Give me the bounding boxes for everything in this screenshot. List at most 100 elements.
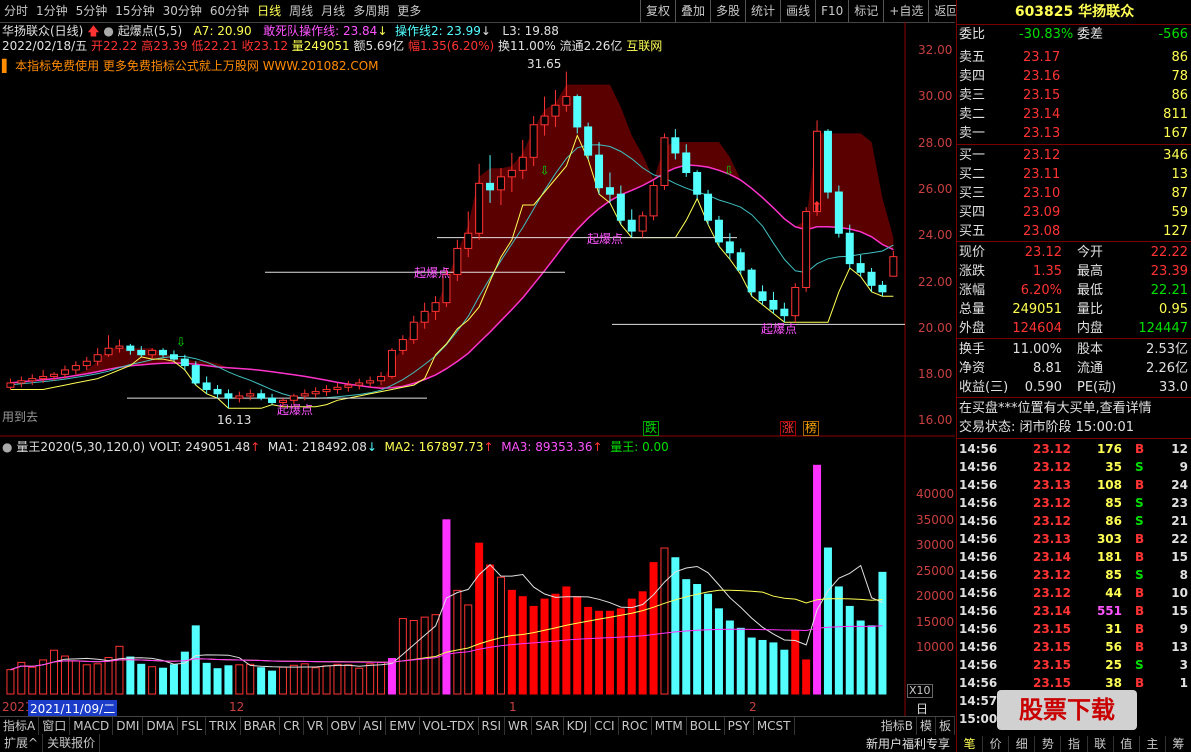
ask-price: 23.15 <box>1023 88 1061 103</box>
candle-body <box>377 375 386 382</box>
settings-icon[interactable]: ● <box>2 440 12 454</box>
bottom-right-tab-2[interactable]: 板 <box>936 717 955 735</box>
tick-time: 14:56 <box>959 622 998 636</box>
tick-price: 23.15 <box>1033 622 1071 636</box>
panel-tab-4[interactable]: 指 <box>1061 736 1088 752</box>
fin-row: 净资 8.81 流通 2.26亿 <box>957 359 1191 378</box>
ask-row[interactable]: 卖五 23.17 86 <box>957 48 1191 67</box>
bid-label: 买四 <box>959 205 986 220</box>
indicator-tab-2[interactable]: MACD <box>70 717 114 735</box>
volume-bar <box>137 663 146 695</box>
die-badge[interactable]: 跌 <box>643 421 660 436</box>
candle-body <box>148 349 157 356</box>
ask-row[interactable]: 卖二 23.14 811 <box>957 105 1191 124</box>
panel-tab-5[interactable]: 联 <box>1088 736 1114 752</box>
bid-row[interactable]: 买二 23.11 13 <box>957 165 1191 184</box>
indicator-tab-12[interactable]: EMV <box>386 717 420 735</box>
indicator-tab-10[interactable]: OBV <box>328 717 361 735</box>
panel-tab-0[interactable]: 笔 <box>957 736 984 752</box>
volume-bar <box>82 664 91 695</box>
candle-body <box>496 176 505 191</box>
price-tick: 30.00 <box>918 89 953 104</box>
indicator-tab-0[interactable]: 指标A <box>0 717 40 735</box>
kline-chart[interactable]: ⇩ ⇩ ⇩ ⬆ <box>0 0 955 752</box>
stock-title: 603825 华扬联众 <box>957 0 1191 25</box>
newuser-link[interactable]: 新用户福利专享 <box>866 735 950 752</box>
bottom-right-tab-1[interactable]: 模 <box>917 717 936 735</box>
bid-row[interactable]: 买一 23.12 346 <box>957 146 1191 165</box>
volume-bar <box>573 596 582 695</box>
bid-row[interactable]: 买五 23.08 127 <box>957 222 1191 241</box>
indicator-tab-5[interactable]: FSL <box>178 717 207 735</box>
zhang-badge[interactable]: 涨 <box>780 421 797 436</box>
down-signal-icon: ⇩ <box>176 335 186 349</box>
ticks-divider <box>957 438 1191 439</box>
tick-side: B <box>1135 550 1145 564</box>
panel-tab-1[interactable]: 价 <box>983 736 1010 752</box>
price-tick: 22.00 <box>918 274 953 289</box>
candle-body <box>28 378 37 382</box>
candle-body <box>159 349 168 356</box>
bid-price: 23.08 <box>1023 224 1061 239</box>
vol-indicator-name[interactable]: 量王2020(5,30,120,0) <box>16 440 145 454</box>
indicator-tab-21[interactable]: BOLL <box>687 717 725 735</box>
candle-body <box>605 187 614 195</box>
volume-bar <box>486 564 495 695</box>
weibi-row: 委比 -30.83% 委差 -566 <box>959 27 1188 42</box>
indicator-tab-1[interactable]: 窗口 <box>39 717 71 735</box>
indicator-tab-7[interactable]: BRAR <box>241 717 281 735</box>
tick-row: 14:56 23.13 108 B 24 <box>957 476 1191 494</box>
candle-body <box>551 104 560 117</box>
panel-tab-6[interactable]: 值 <box>1114 736 1140 752</box>
bottom-right-tab-0[interactable]: 指标B <box>878 717 917 735</box>
indicator-tab-14[interactable]: RSI <box>479 717 506 735</box>
panel-tab-3[interactable]: 势 <box>1035 736 1062 752</box>
volume-tick: 30000 <box>916 538 955 552</box>
ask-row[interactable]: 卖四 23.16 78 <box>957 67 1191 86</box>
indicator-tab-22[interactable]: PSY <box>725 717 754 735</box>
candle-body <box>518 156 527 171</box>
candle-body <box>693 171 702 195</box>
candle-body <box>791 286 800 317</box>
bigorder-notice[interactable]: 在买盘***位置有大买单,查看详情 <box>957 399 1191 418</box>
indicator-tab-19[interactable]: ROC <box>619 717 652 735</box>
quote-panel: 603825 华扬联众 委比 -30.83% 委差 -566 卖五 23.17 86… <box>956 0 1191 752</box>
ask-row[interactable]: 卖三 23.15 86 <box>957 86 1191 105</box>
indicator-tab-11[interactable]: ASI <box>360 717 387 735</box>
tick-time: 14:56 <box>959 586 998 600</box>
candle-body <box>60 369 69 375</box>
price-tick: 24.00 <box>918 228 953 243</box>
low-label: 16.13 <box>217 413 252 427</box>
indicator-tab-4[interactable]: DMA <box>143 717 179 735</box>
tick-side: B <box>1135 676 1145 690</box>
indicator-tab-17[interactable]: KDJ <box>564 717 592 735</box>
price-tick: 26.00 <box>918 181 953 196</box>
tick-row: 14:56 23.14 181 B 15 <box>957 548 1191 566</box>
status-item-1[interactable]: 关联报价 <box>43 734 101 752</box>
indicator-tab-15[interactable]: WR <box>505 717 533 735</box>
indicator-tab-13[interactable]: VOL-TDX <box>420 717 479 735</box>
panel-tab-2[interactable]: 细 <box>1009 736 1036 752</box>
indicator-tab-8[interactable]: CR <box>280 717 304 735</box>
indicator-tab-16[interactable]: SAR <box>532 717 564 735</box>
bang-badge[interactable]: 榜 <box>803 421 820 436</box>
bid-volume: 87 <box>1171 186 1188 201</box>
indicator-tab-3[interactable]: DMI <box>113 717 144 735</box>
panel-tab-7[interactable]: 主 <box>1140 736 1166 752</box>
indicator-tab-6[interactable]: TRIX <box>206 717 241 735</box>
volume-bar <box>496 576 505 695</box>
tick-time: 14:56 <box>959 460 998 474</box>
bid-price: 23.11 <box>1023 167 1061 182</box>
candle-body <box>802 211 811 288</box>
candle-body <box>409 321 418 341</box>
ask-row[interactable]: 卖一 23.13 167 <box>957 124 1191 143</box>
indicator-tab-9[interactable]: VR <box>304 717 328 735</box>
panel-tab-8[interactable]: 筹 <box>1166 736 1191 752</box>
indicator-tab-20[interactable]: MTM <box>652 717 687 735</box>
indicator-tab-23[interactable]: MCST <box>754 717 795 735</box>
chuzheng-label: 用到去 <box>2 410 39 424</box>
bid-row[interactable]: 买三 23.10 87 <box>957 184 1191 203</box>
bid-row[interactable]: 买四 23.09 59 <box>957 203 1191 222</box>
status-item-0[interactable]: 扩展^ <box>0 734 44 752</box>
indicator-tab-18[interactable]: CCI <box>591 717 619 735</box>
